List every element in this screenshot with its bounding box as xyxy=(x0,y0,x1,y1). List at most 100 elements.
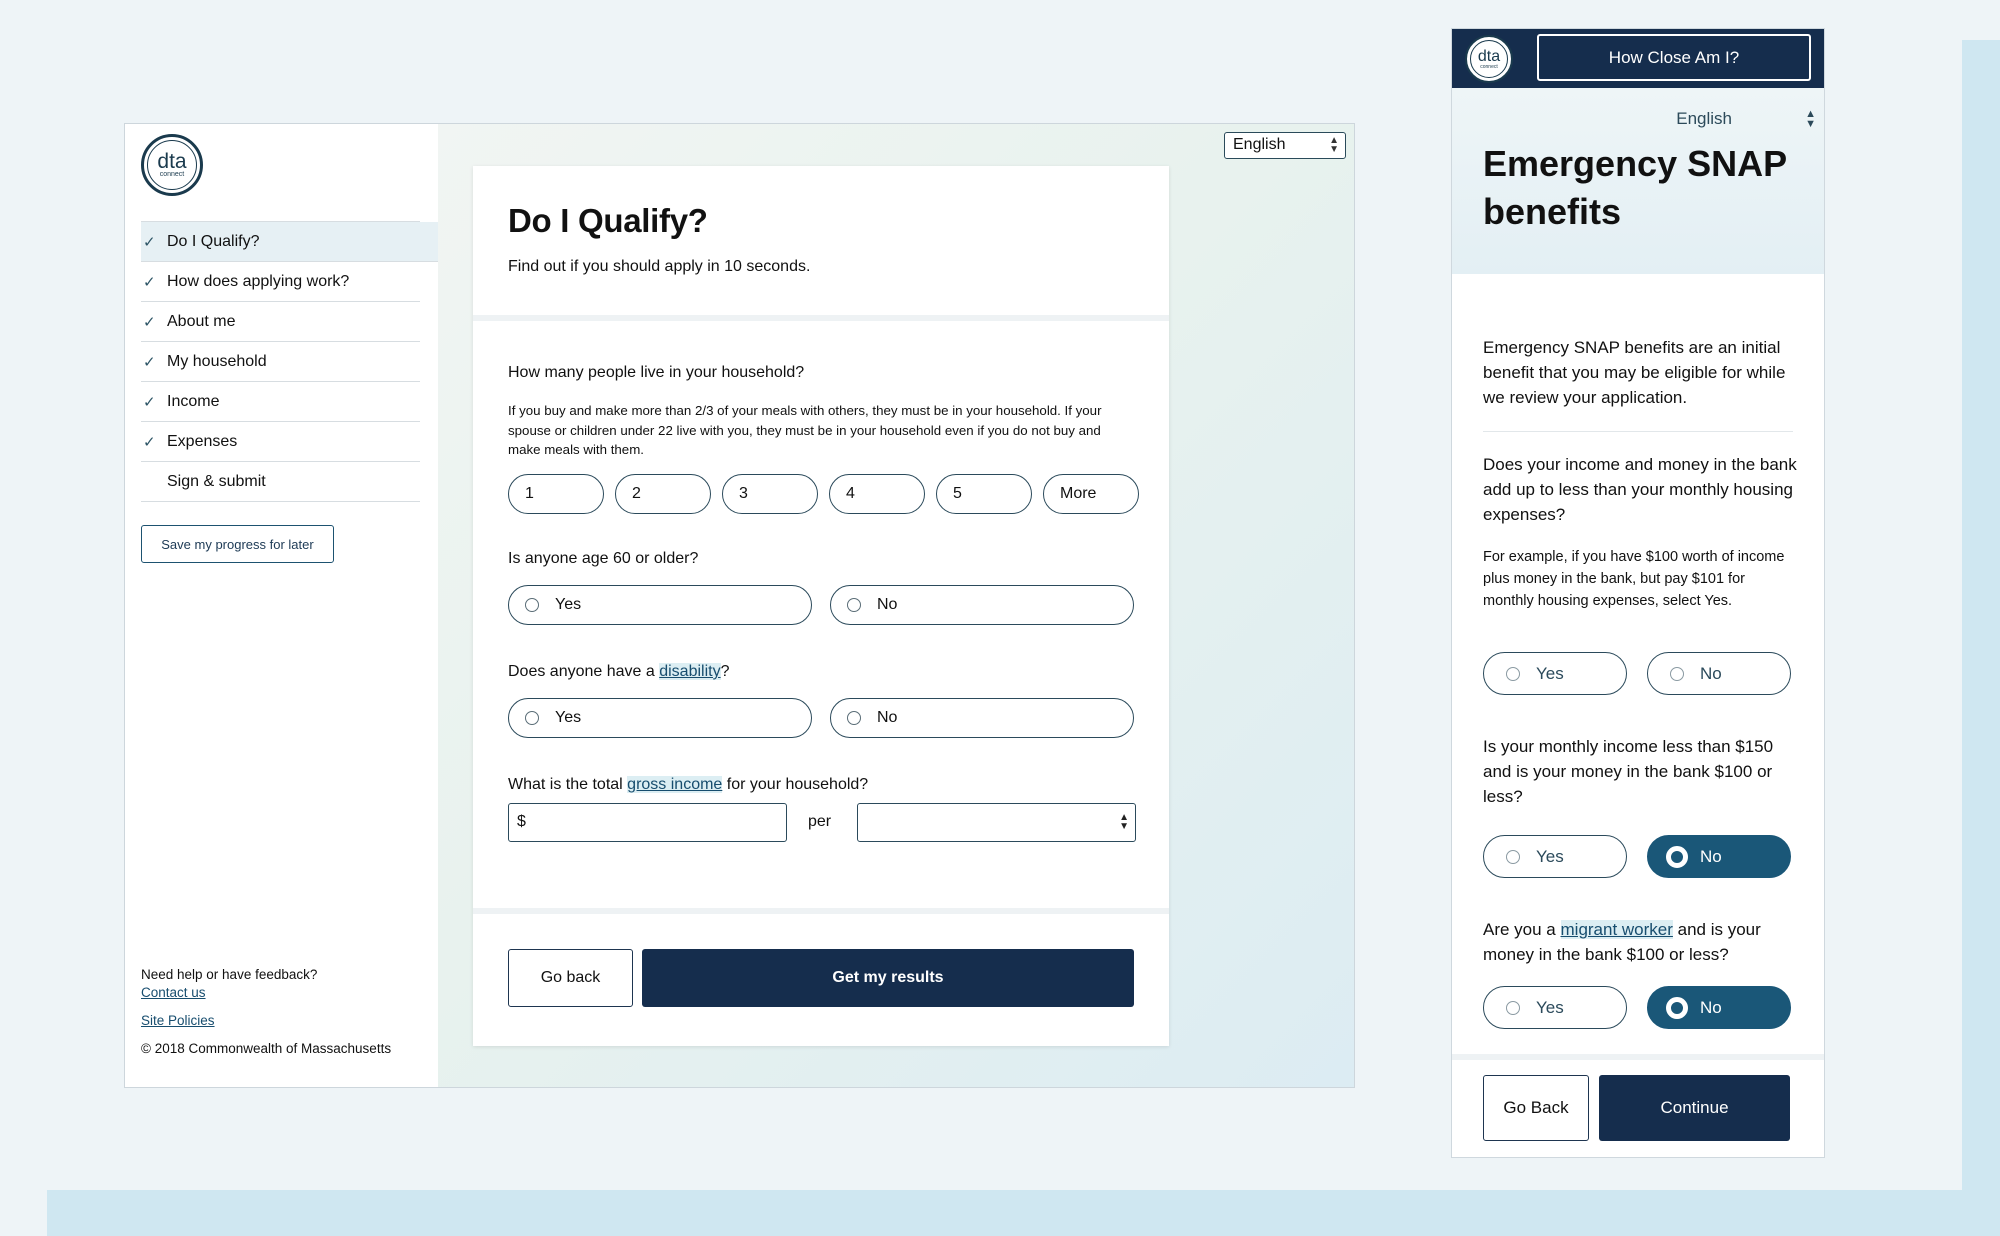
age-yes-radio[interactable]: Yes xyxy=(508,585,812,625)
qualify-card: Do I Qualify? Find out if you should app… xyxy=(473,166,1169,1046)
get-results-button[interactable]: Get my results xyxy=(642,949,1134,1007)
divider xyxy=(1483,431,1793,432)
radio-circle-icon xyxy=(525,598,539,612)
mobile-hero: English ▲ ▼ Emergency SNAP benefits xyxy=(1452,88,1824,274)
dta-logo[interactable]: dta connect xyxy=(141,134,203,196)
dta-logo[interactable]: dta connect xyxy=(1465,35,1513,83)
check-icon: ✓ xyxy=(143,273,156,291)
age-no-radio[interactable]: No xyxy=(830,585,1134,625)
household-question: How many people live in your household? xyxy=(508,364,805,381)
nav-item-expenses[interactable]: ✓ Expenses xyxy=(141,422,420,462)
desktop-window: dta connect ✓ Do I Qualify? ✓ How does a… xyxy=(124,123,1355,1088)
radio-label: Yes xyxy=(1536,997,1564,1017)
nav-item-how-applying-works[interactable]: ✓ How does applying work? xyxy=(141,262,420,302)
gross-income-link[interactable]: gross income xyxy=(627,776,723,793)
mobile-topbar: dta connect How Close Am I? xyxy=(1452,29,1824,88)
divider xyxy=(1452,1054,1824,1060)
income-question: What is the total gross income for your … xyxy=(508,776,868,794)
gross-income-input[interactable]: $ xyxy=(508,803,787,842)
age-question: Is anyone age 60 or older? xyxy=(508,550,699,567)
select-arrows-icon[interactable]: ▲ ▼ xyxy=(1805,109,1816,130)
how-close-am-i-button[interactable]: How Close Am I? xyxy=(1537,34,1811,81)
question-text: What is the total xyxy=(508,776,628,793)
radio-label: No xyxy=(877,709,898,726)
radio-selected-icon xyxy=(1666,845,1688,868)
language-select[interactable]: English ▲ ▼ xyxy=(1224,132,1346,159)
q3-no-radio[interactable]: No xyxy=(1647,986,1791,1029)
disability-link[interactable]: disability xyxy=(659,663,721,680)
logo-text: dta xyxy=(1477,47,1501,65)
radio-circle-icon xyxy=(847,598,861,612)
save-progress-button[interactable]: Save my progress for later xyxy=(141,525,334,563)
copyright-text: © 2018 Commonwealth of Massachusetts xyxy=(141,1041,392,1056)
nav-item-about-me[interactable]: ✓ About me xyxy=(141,302,420,342)
background-band-right xyxy=(1962,40,2000,1236)
q3-options: Yes No xyxy=(1483,986,1791,1029)
per-label: per xyxy=(808,813,832,830)
household-option-4[interactable]: 4 xyxy=(829,474,925,514)
check-icon: ✓ xyxy=(143,353,156,371)
nav-item-do-i-qualify[interactable]: ✓ Do I Qualify? xyxy=(141,222,438,262)
help-text: Need help or have feedback? xyxy=(141,967,318,982)
check-icon: ✓ xyxy=(143,313,156,331)
nav-item-label: Income xyxy=(167,392,220,410)
nav-item-my-household[interactable]: ✓ My household xyxy=(141,342,420,382)
radio-circle-icon xyxy=(525,711,539,725)
question-monthly-income: Is your monthly income less than $150 an… xyxy=(1483,737,1774,806)
disability-options: Yes No xyxy=(508,698,1134,738)
q3-yes-radio[interactable]: Yes xyxy=(1483,986,1627,1029)
radio-circle-icon xyxy=(1670,666,1684,681)
logo-subtext: connect xyxy=(159,170,185,178)
radio-label: No xyxy=(1700,846,1722,866)
household-option-5[interactable]: 5 xyxy=(936,474,1032,514)
continue-button[interactable]: Continue xyxy=(1599,1075,1790,1141)
logo-text: dta xyxy=(157,149,187,173)
disability-no-radio[interactable]: No xyxy=(830,698,1134,738)
logo-subtext: connect xyxy=(1480,63,1498,70)
main-area: English ▲ ▼ Do I Qualify? Find out if you… xyxy=(438,124,1354,1087)
card-header: Do I Qualify? Find out if you should app… xyxy=(473,166,1169,321)
radio-label: Yes xyxy=(1536,846,1564,866)
radio-circle-icon xyxy=(847,711,861,725)
nav-item-label: Expenses xyxy=(167,432,238,450)
check-icon: ✓ xyxy=(143,393,156,411)
nav-item-label: About me xyxy=(167,312,236,330)
site-policies-link[interactable]: Site Policies xyxy=(141,1013,215,1028)
language-select[interactable]: English xyxy=(1676,109,1732,129)
radio-label: Yes xyxy=(1536,663,1564,683)
q2-options: Yes No xyxy=(1483,835,1791,878)
radio-label: No xyxy=(1700,997,1722,1017)
household-option-3[interactable]: 3 xyxy=(722,474,818,514)
go-back-button[interactable]: Go back xyxy=(508,949,633,1007)
intro-text: Emergency SNAP benefits are an initial b… xyxy=(1483,338,1786,407)
question-text: Are you a xyxy=(1483,920,1561,939)
nav-item-income[interactable]: ✓ Income xyxy=(141,382,420,422)
q1-options: Yes No xyxy=(1483,652,1791,695)
mobile-window: dta connect How Close Am I? English ▲ ▼ E… xyxy=(1451,28,1825,1158)
page-subtitle: Find out if you should apply in 10 secon… xyxy=(508,258,811,275)
q2-no-radio[interactable]: No xyxy=(1647,835,1791,878)
income-frequency-select[interactable]: ▲ ▼ xyxy=(857,803,1136,842)
question-text: ? xyxy=(720,663,730,680)
sidebar-footer: Need help or have feedback? Contact us S… xyxy=(141,966,391,1058)
age-options: Yes No xyxy=(508,585,1134,625)
q1-no-radio[interactable]: No xyxy=(1647,652,1791,695)
question-help-text: For example, if you have $100 worth of i… xyxy=(1483,549,1785,609)
household-size-options: 1 2 3 4 5 More xyxy=(508,474,1139,514)
household-option-more[interactable]: More xyxy=(1043,474,1139,514)
currency-symbol: $ xyxy=(517,813,526,830)
radio-circle-icon xyxy=(1506,849,1520,864)
q1-yes-radio[interactable]: Yes xyxy=(1483,652,1627,695)
contact-us-link[interactable]: Contact us xyxy=(141,985,206,1000)
household-option-2[interactable]: 2 xyxy=(615,474,711,514)
migrant-worker-link[interactable]: migrant worker xyxy=(1560,920,1673,939)
q2-yes-radio[interactable]: Yes xyxy=(1483,835,1627,878)
disability-yes-radio[interactable]: Yes xyxy=(508,698,812,738)
radio-circle-icon xyxy=(1506,1000,1520,1015)
household-option-1[interactable]: 1 xyxy=(508,474,604,514)
radio-label: No xyxy=(1700,663,1722,683)
select-arrows-icon: ▲ ▼ xyxy=(1329,135,1339,155)
select-arrows-icon: ▲ ▼ xyxy=(1119,812,1129,832)
go-back-button[interactable]: Go Back xyxy=(1483,1075,1589,1141)
nav-item-sign-submit[interactable]: Sign & submit xyxy=(141,462,420,502)
